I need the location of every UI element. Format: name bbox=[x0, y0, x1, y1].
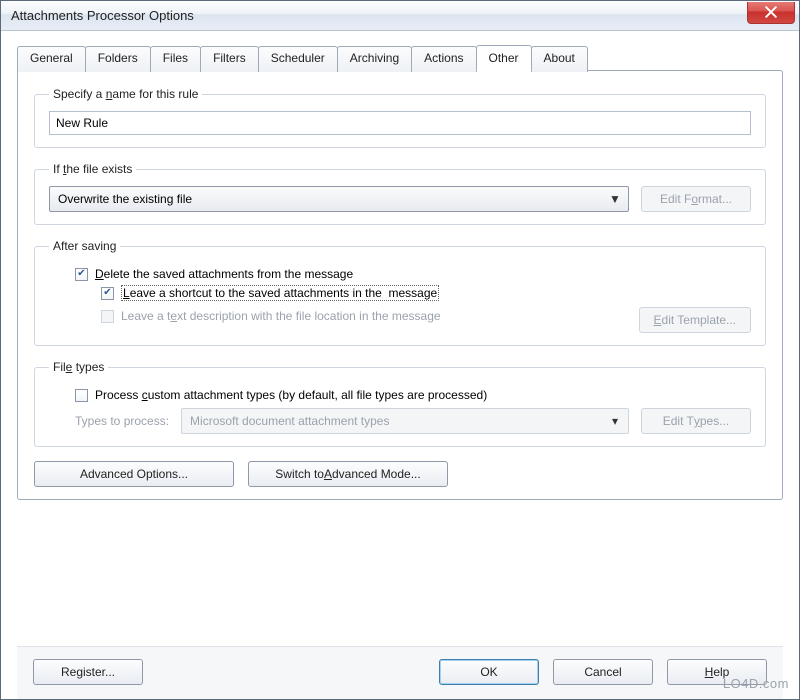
options-dialog: Attachments Processor Options General Fo… bbox=[0, 0, 800, 700]
leave-shortcut-row[interactable]: Leave a shortcut to the saved attachment… bbox=[101, 285, 751, 301]
delete-attachments-checkbox[interactable] bbox=[75, 268, 88, 281]
process-custom-label: Process custom attachment types (by defa… bbox=[95, 388, 487, 402]
tab-about[interactable]: About bbox=[531, 46, 588, 72]
edit-template-button: Edit Template... bbox=[639, 307, 752, 333]
leave-shortcut-label: Leave a shortcut to the saved attachment… bbox=[121, 285, 439, 301]
edit-format-button: Edit Format... bbox=[641, 186, 751, 212]
process-custom-checkbox[interactable] bbox=[75, 389, 88, 402]
tab-folders[interactable]: Folders bbox=[85, 46, 151, 72]
edit-types-button: Edit Types... bbox=[641, 408, 751, 434]
leave-textdesc-label: Leave a text description with the file l… bbox=[121, 309, 441, 323]
tab-other[interactable]: Other bbox=[476, 45, 532, 71]
types-to-process-combo: Microsoft document attachment types ▾ bbox=[181, 408, 629, 434]
tab-filters[interactable]: Filters bbox=[200, 46, 259, 72]
group-after-saving: After saving Delete the saved attachment… bbox=[34, 239, 766, 346]
group-after-saving-legend: After saving bbox=[49, 239, 120, 253]
inner-button-row: Advanced Options... Switch to Advanced M… bbox=[34, 461, 766, 487]
tab-files[interactable]: Files bbox=[150, 46, 201, 72]
close-button[interactable] bbox=[747, 2, 795, 24]
leave-textdesc-row: Leave a text description with the file l… bbox=[101, 309, 627, 323]
help-button[interactable]: Help bbox=[667, 659, 767, 685]
tab-general[interactable]: General bbox=[17, 46, 86, 72]
tab-scheduler[interactable]: Scheduler bbox=[258, 46, 338, 72]
close-icon bbox=[765, 6, 777, 18]
tab-panel-other: Specify a name for this rule If the file… bbox=[17, 70, 783, 500]
group-rule-name-legend: Specify a name for this rule bbox=[49, 87, 202, 101]
chevron-down-icon: ▾ bbox=[606, 414, 624, 428]
types-to-process-selected: Microsoft document attachment types bbox=[190, 414, 606, 428]
tab-strip: General Folders Files Filters Scheduler … bbox=[17, 45, 783, 71]
group-file-exists-legend: If the file exists bbox=[49, 162, 136, 176]
ok-button[interactable]: OK bbox=[439, 659, 539, 685]
chevron-down-icon: ▼ bbox=[606, 192, 624, 206]
tab-actions[interactable]: Actions bbox=[411, 46, 476, 72]
group-file-exists: If the file exists Overwrite the existin… bbox=[34, 162, 766, 225]
cancel-button[interactable]: Cancel bbox=[553, 659, 653, 685]
dialog-button-bar: Register... OK Cancel Help bbox=[17, 646, 783, 699]
window-title: Attachments Processor Options bbox=[11, 8, 747, 23]
delete-attachments-row[interactable]: Delete the saved attachments from the me… bbox=[75, 267, 751, 281]
tab-archiving[interactable]: Archiving bbox=[337, 46, 412, 72]
leave-shortcut-checkbox[interactable] bbox=[101, 287, 114, 300]
file-exists-selected: Overwrite the existing file bbox=[58, 192, 606, 206]
group-rule-name: Specify a name for this rule bbox=[34, 87, 766, 148]
leave-textdesc-checkbox bbox=[101, 310, 114, 323]
types-to-process-label: Types to process: bbox=[75, 414, 169, 428]
process-custom-row[interactable]: Process custom attachment types (by defa… bbox=[75, 388, 751, 402]
register-button[interactable]: Register... bbox=[33, 659, 143, 685]
file-exists-combo[interactable]: Overwrite the existing file ▼ bbox=[49, 186, 629, 212]
delete-attachments-label: Delete the saved attachments from the me… bbox=[95, 267, 353, 281]
client-area: General Folders Files Filters Scheduler … bbox=[1, 31, 799, 699]
group-file-types: File types Process custom attachment typ… bbox=[34, 360, 766, 447]
advanced-options-button[interactable]: Advanced Options... bbox=[34, 461, 234, 487]
title-bar: Attachments Processor Options bbox=[1, 1, 799, 31]
group-file-types-legend: File types bbox=[49, 360, 108, 374]
switch-advanced-button[interactable]: Switch to Advanced Mode... bbox=[248, 461, 448, 487]
rule-name-input[interactable] bbox=[49, 111, 751, 135]
